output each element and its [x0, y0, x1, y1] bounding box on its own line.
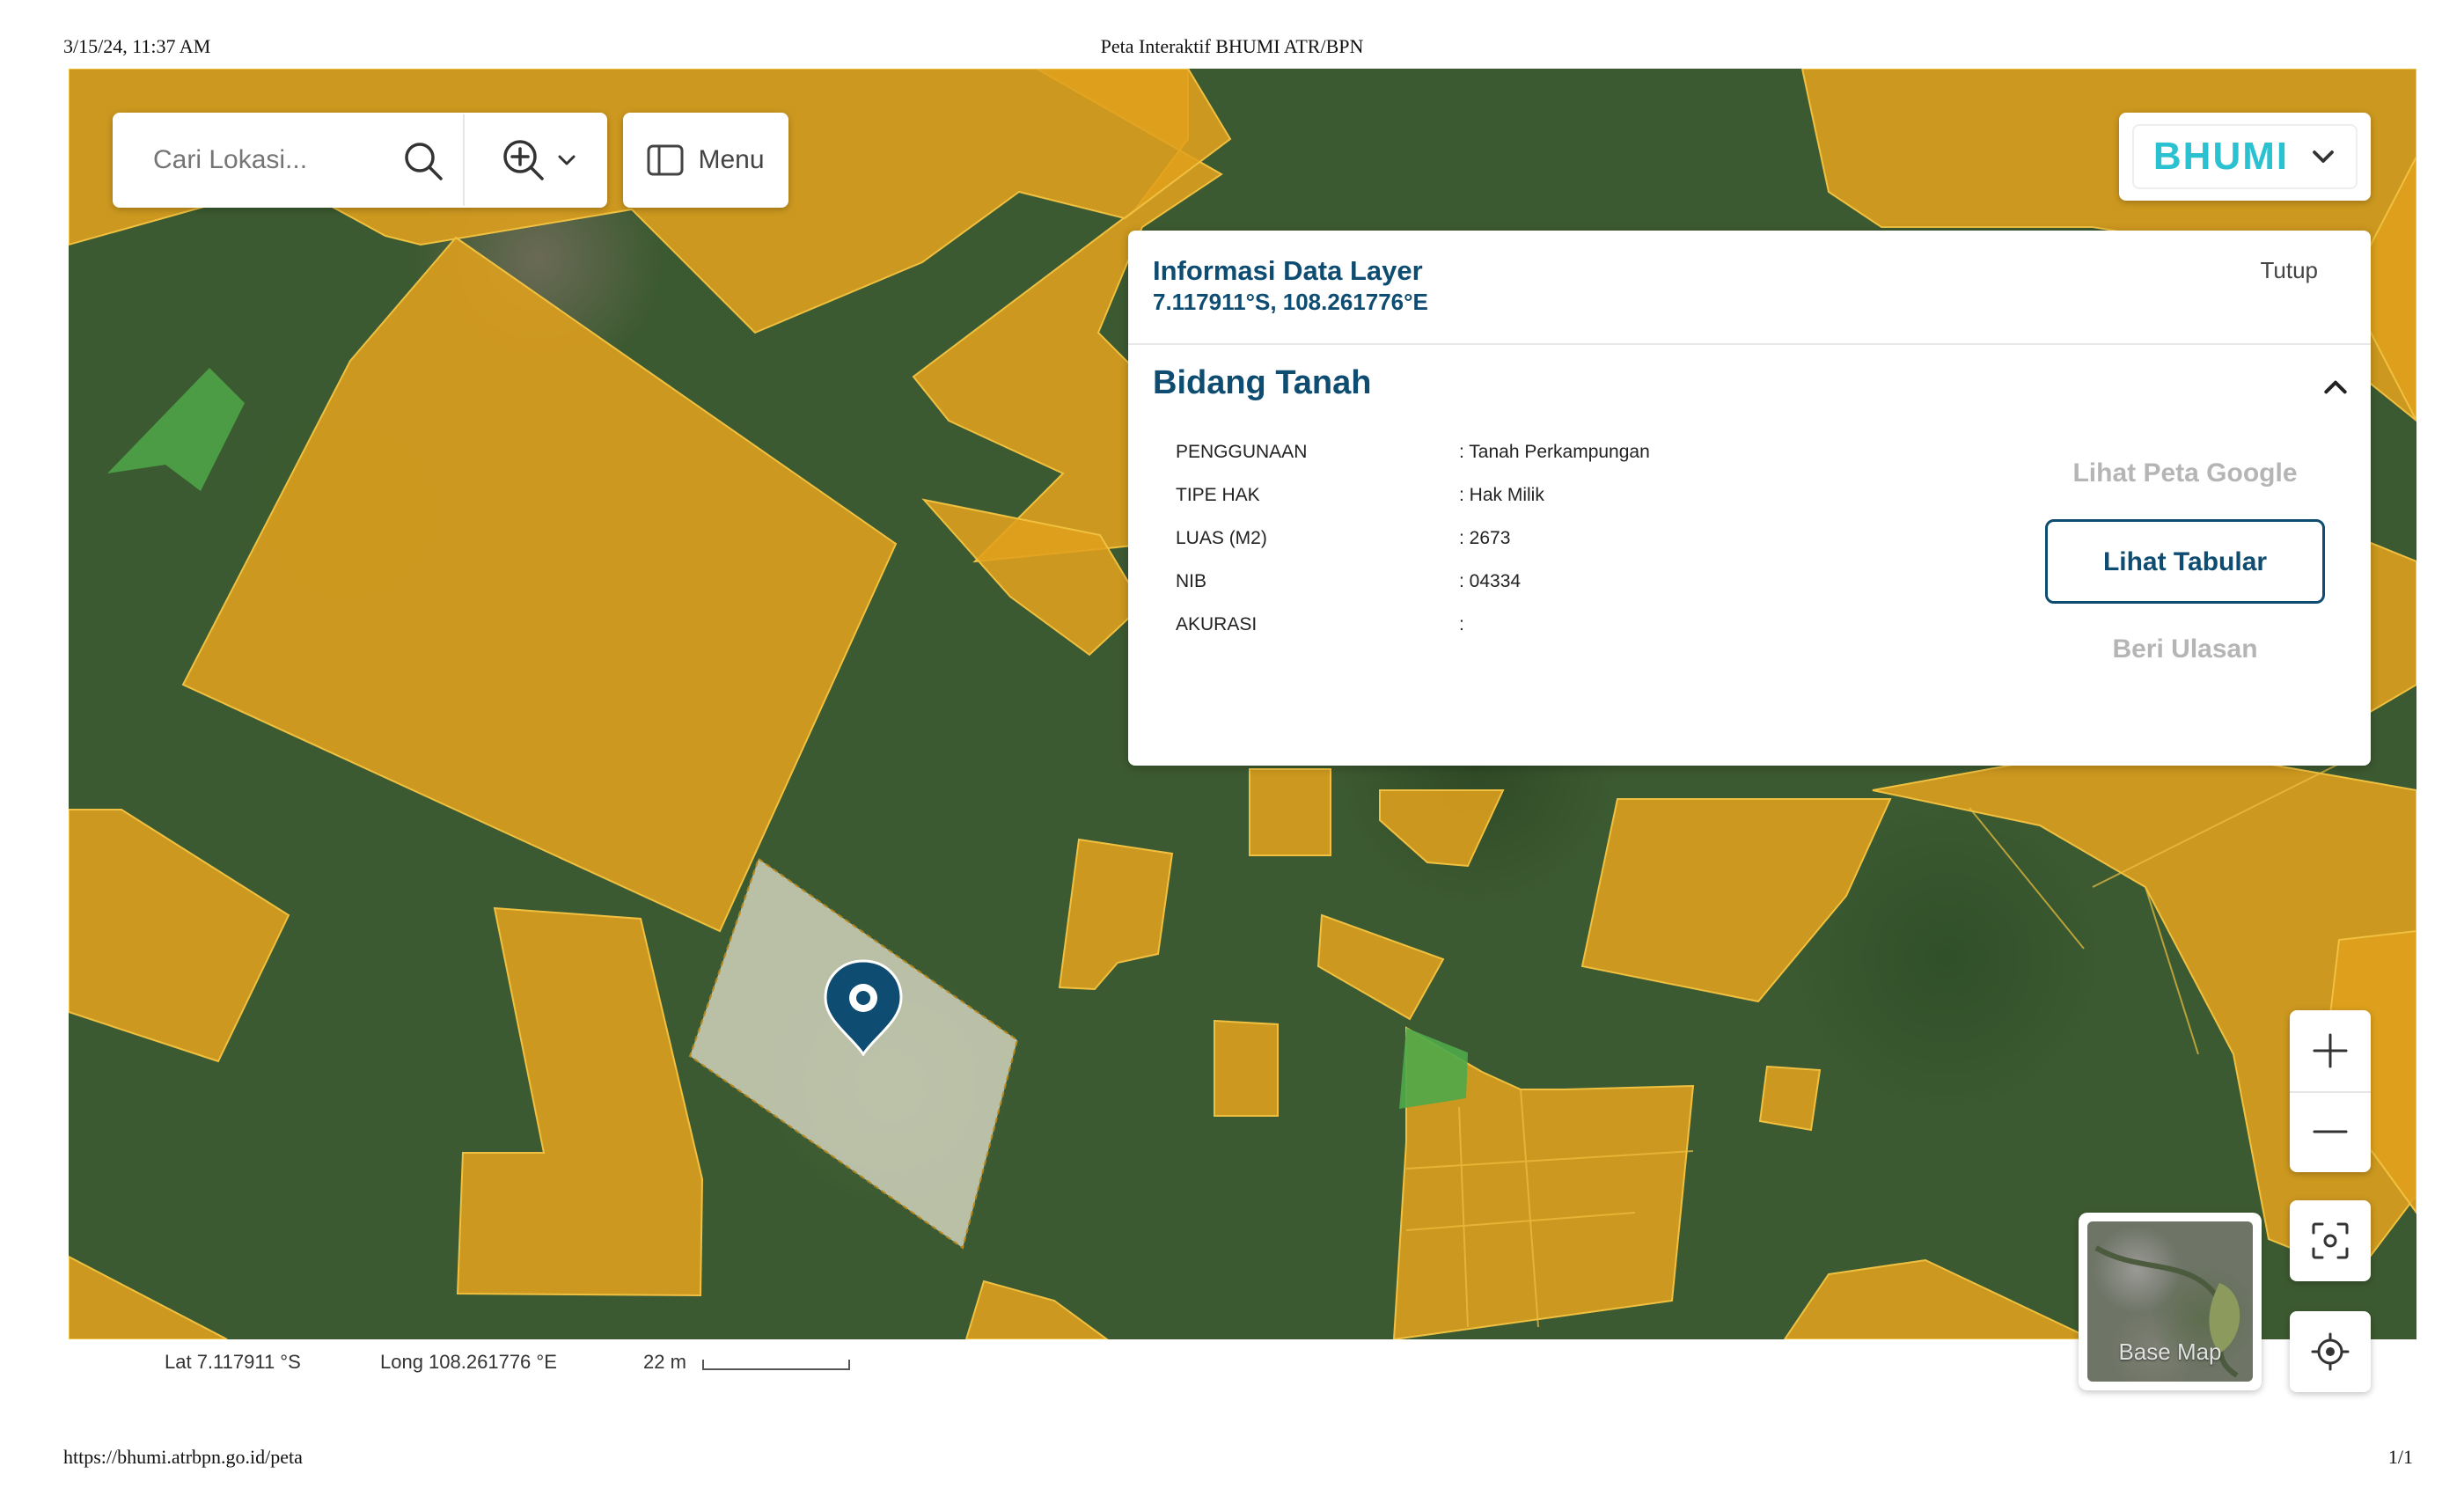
basemap-toggle[interactable]: Base Map — [2079, 1213, 2262, 1390]
parcel[interactable] — [1316, 913, 1445, 1021]
attribute-table: PENGGUNAAN : Tanah Perkampungan TIPE HAK… — [1176, 436, 1968, 652]
close-button[interactable]: Tutup — [2260, 257, 2318, 284]
attribute-row: AKURASI : — [1176, 609, 1968, 652]
view-tabular-button[interactable]: Lihat Tabular — [2045, 519, 2325, 604]
parcel[interactable] — [69, 809, 290, 1063]
app-selector-inner[interactable]: BHUMI — [2131, 124, 2358, 189]
attribute-value: : Hak Milik — [1459, 485, 1544, 505]
print-page-number: 1/1 — [2387, 1446, 2413, 1468]
minus-icon — [2313, 1130, 2348, 1133]
section-title-bidang-tanah[interactable]: Bidang Tanah — [1153, 364, 1371, 402]
zoom-controls — [2290, 1010, 2371, 1172]
menu-button[interactable]: Menu — [623, 113, 788, 208]
info-data-layer-panel: Informasi Data Layer 7.117911°S, 108.261… — [1128, 231, 2371, 766]
print-title: Peta Interaktif BHUMI ATR/BPN — [1100, 35, 1364, 57]
latitude-readout: Lat 7.117911 °S — [165, 1351, 301, 1373]
locate-me-button[interactable] — [2290, 1311, 2371, 1392]
parcel[interactable] — [1783, 1258, 2094, 1339]
bhumi-logo: BHUMI — [2152, 135, 2290, 178]
search-box — [113, 113, 607, 208]
parcel[interactable] — [1758, 1065, 1822, 1132]
attribute-row: TIPE HAK : Hak Milik — [1176, 480, 1968, 523]
attribute-key: PENGGUNAAN — [1176, 442, 1308, 462]
info-panel-coordinates: 7.117911°S, 108.261776°E — [1153, 289, 1428, 315]
scale-bar — [702, 1360, 850, 1370]
fit-extent-button[interactable] — [2290, 1200, 2371, 1281]
location-marker-icon[interactable] — [824, 959, 903, 1056]
zoom-to-select[interactable] — [472, 113, 607, 208]
print-header: 3/15/24, 11:37 AM Peta Interaktif BHUMI … — [0, 35, 2464, 62]
parcel[interactable] — [1214, 1019, 1279, 1117]
chevron-down-icon — [2313, 150, 2334, 163]
focus-frame-icon — [2312, 1222, 2349, 1259]
menu-label: Menu — [698, 145, 765, 174]
green-parcel[interactable] — [107, 368, 245, 491]
parcel[interactable] — [69, 1255, 228, 1339]
attribute-row: NIB : 04334 — [1176, 566, 1968, 609]
basemap-thumbnail: Base Map — [2087, 1221, 2253, 1382]
action-buttons: Lihat Peta Google Lihat Tabular Beri Ula… — [2045, 445, 2325, 678]
basemap-label: Base Map — [2118, 1338, 2222, 1365]
print-footer: https://bhumi.atrbpn.go.id/peta 1/1 — [0, 1446, 2464, 1472]
zoom-in-magnifier-icon — [503, 140, 544, 180]
attribute-value: : 04334 — [1459, 571, 1522, 591]
attribute-value: : Tanah Perkampungan — [1459, 442, 1650, 462]
plus-icon — [2313, 1033, 2348, 1068]
parcel[interactable] — [1249, 768, 1331, 856]
parcel[interactable] — [1379, 789, 1505, 868]
attribute-row: LUAS (M2) : 2673 — [1176, 523, 1968, 566]
attribute-value: : 2673 — [1459, 528, 1511, 548]
zoom-out-button[interactable] — [2290, 1091, 2371, 1172]
view-google-map-button[interactable]: Lihat Peta Google — [2045, 445, 2325, 502]
scale-label: 22 m — [643, 1351, 686, 1373]
chevron-up-icon[interactable] — [2321, 373, 2350, 401]
zoom-in-button[interactable] — [2290, 1010, 2371, 1091]
parcel[interactable] — [964, 1280, 1109, 1339]
attribute-value: : — [1459, 614, 1464, 634]
search-icon[interactable] — [403, 141, 444, 181]
app-selector[interactable]: BHUMI — [2119, 113, 2371, 201]
attribute-key: LUAS (M2) — [1176, 528, 1267, 548]
attribute-key: NIB — [1176, 571, 1207, 591]
info-panel-title: Informasi Data Layer — [1153, 255, 1423, 286]
green-parcel[interactable] — [1399, 1028, 1468, 1109]
coordinate-status-bar: Lat 7.117911 °S Long 108.261776 °E 22 m — [0, 1351, 968, 1381]
attribute-key: AKURASI — [1176, 614, 1258, 634]
parcel[interactable] — [1580, 798, 1892, 1003]
chevron-down-icon — [558, 155, 576, 165]
attribute-key: TIPE HAK — [1176, 485, 1260, 505]
parcel[interactable] — [1058, 838, 1174, 991]
info-panel-header: Informasi Data Layer 7.117911°S, 108.261… — [1128, 231, 2371, 345]
parcel[interactable] — [181, 236, 898, 933]
print-url: https://bhumi.atrbpn.go.id/peta — [63, 1446, 303, 1468]
crosshair-icon — [2311, 1332, 2350, 1371]
parcel[interactable] — [456, 906, 704, 1297]
attribute-row: PENGGUNAAN : Tanah Perkampungan — [1176, 436, 1968, 480]
sidebar-panel-icon — [647, 144, 684, 176]
give-review-button[interactable]: Beri Ulasan — [2045, 621, 2325, 678]
longitude-readout: Long 108.261776 °E — [380, 1351, 557, 1373]
